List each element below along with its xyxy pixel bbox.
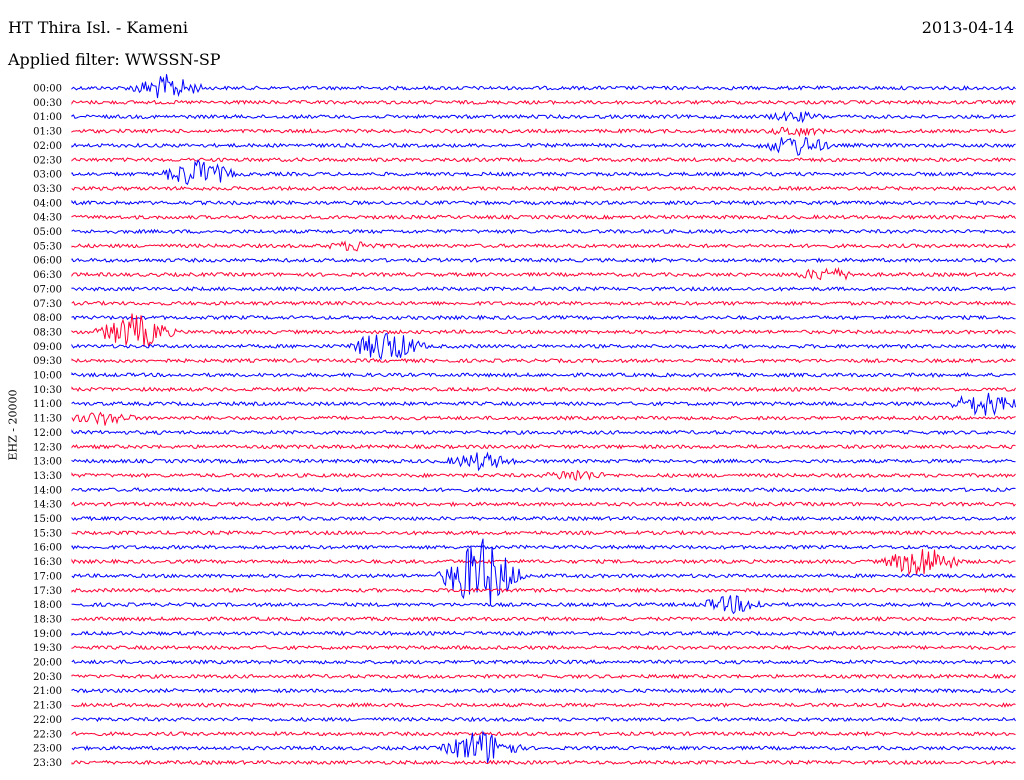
row-label-1330: 13:30 (33, 471, 62, 482)
trace-0430 (71, 214, 1016, 220)
row-label-0600: 06:00 (33, 256, 62, 267)
row-label-0530: 05:30 (33, 241, 62, 252)
trace-1530 (71, 529, 1016, 536)
row-label-1900: 19:00 (33, 629, 62, 640)
trace-1600 (71, 544, 1016, 551)
row-label-0830: 08:30 (33, 327, 62, 338)
trace-0600 (71, 257, 1016, 264)
trace-1200 (71, 429, 1016, 436)
row-label-0900: 09:00 (33, 342, 62, 353)
trace-2030 (71, 673, 1016, 680)
trace-1400 (71, 486, 1016, 493)
row-label-0930: 09:30 (33, 356, 62, 367)
trace-0500 (71, 228, 1016, 235)
row-label-1800: 18:00 (33, 600, 62, 611)
trace-0230 (71, 156, 1016, 163)
row-label-1030: 10:30 (33, 385, 62, 396)
row-label-1000: 10:00 (33, 371, 62, 382)
row-label-1500: 15:00 (33, 514, 62, 525)
trace-1100 (71, 392, 1016, 416)
trace-1730 (71, 587, 1016, 594)
trace-0900 (71, 332, 1016, 361)
row-label-0030: 00:30 (33, 98, 62, 109)
trace-0100 (71, 110, 1016, 124)
row-label-2230: 22:30 (33, 729, 62, 740)
row-label-1300: 13:00 (33, 457, 62, 468)
row-label-2000: 20:00 (33, 658, 62, 669)
row-label-2330: 23:30 (33, 758, 62, 769)
trace-1330 (71, 469, 1016, 482)
row-label-0300: 03:00 (33, 170, 62, 181)
trace-0730 (71, 300, 1016, 307)
trace-2000 (71, 659, 1016, 665)
trace-1430 (71, 501, 1016, 508)
trace-1300 (71, 451, 1016, 472)
row-label-1430: 14:30 (33, 500, 62, 511)
row-label-1730: 17:30 (33, 586, 62, 597)
row-label-1930: 19:30 (33, 643, 62, 654)
trace-1800 (71, 595, 1016, 615)
trace-0030 (71, 99, 1016, 106)
row-label-2200: 22:00 (33, 715, 62, 726)
trace-1900 (71, 630, 1016, 637)
trace-1130 (71, 411, 1016, 426)
seismogram-plot: 00:00 00:30 01:00 01:30 02:00 02:30 03:00 03:30… (33, 74, 1016, 769)
row-label-0200: 02:00 (33, 141, 62, 152)
row-label-0400: 04:00 (33, 198, 62, 209)
trace-0530 (71, 240, 1016, 252)
row-label-0430: 04:30 (33, 213, 62, 224)
trace-0400 (71, 199, 1016, 206)
trace-2100 (71, 687, 1016, 694)
row-label-2300: 23:00 (33, 744, 62, 755)
row-label-1200: 12:00 (33, 428, 62, 439)
trace-0630 (71, 266, 1016, 281)
trace-2300 (71, 730, 1016, 763)
trace-0200 (71, 137, 1016, 156)
trace-2230 (71, 730, 1016, 737)
trace-2330 (71, 759, 1016, 766)
trace-0300 (71, 158, 1016, 186)
trace-0130 (71, 126, 1016, 138)
row-label-0730: 07:30 (33, 299, 62, 310)
trace-0930 (71, 357, 1016, 364)
row-label-0100: 01:00 (33, 112, 62, 123)
trace-0800 (71, 314, 1016, 321)
trace-1700 (71, 538, 1016, 606)
row-label-1230: 12:30 (33, 442, 62, 453)
row-label-0700: 07:00 (33, 284, 62, 295)
trace-1500 (71, 515, 1016, 522)
row-label-0000: 00:00 (33, 84, 62, 95)
trace-1230 (71, 443, 1016, 450)
row-label-0500: 05:00 (33, 227, 62, 238)
row-label-2130: 21:30 (33, 701, 62, 712)
row-label-0130: 01:30 (33, 127, 62, 138)
trace-1030 (71, 386, 1016, 393)
trace-1000 (71, 372, 1016, 378)
trace-2130 (71, 702, 1016, 709)
row-label-1830: 18:30 (33, 614, 62, 625)
row-label-1630: 16:30 (33, 557, 62, 568)
row-label-1100: 11:00 (33, 399, 62, 410)
row-label-1700: 17:00 (33, 571, 62, 582)
row-label-1400: 14:00 (33, 485, 62, 496)
row-label-2100: 21:00 (33, 686, 62, 697)
row-label-0330: 03:30 (33, 184, 62, 195)
trace-0700 (71, 286, 1016, 292)
trace-1830 (71, 616, 1016, 622)
trace-0000 (71, 74, 1016, 99)
row-label-1130: 11:30 (33, 414, 62, 425)
row-label-0630: 06:30 (33, 270, 62, 281)
row-label-1600: 16:00 (33, 543, 62, 554)
row-label-1530: 15:30 (33, 528, 62, 539)
row-label-0800: 08:00 (33, 313, 62, 324)
trace-2200 (71, 716, 1016, 723)
trace-1930 (71, 644, 1016, 651)
row-label-2030: 20:30 (33, 672, 62, 683)
row-label-0230: 02:30 (33, 155, 62, 166)
trace-1630 (71, 549, 1016, 576)
trace-0330 (71, 185, 1016, 192)
